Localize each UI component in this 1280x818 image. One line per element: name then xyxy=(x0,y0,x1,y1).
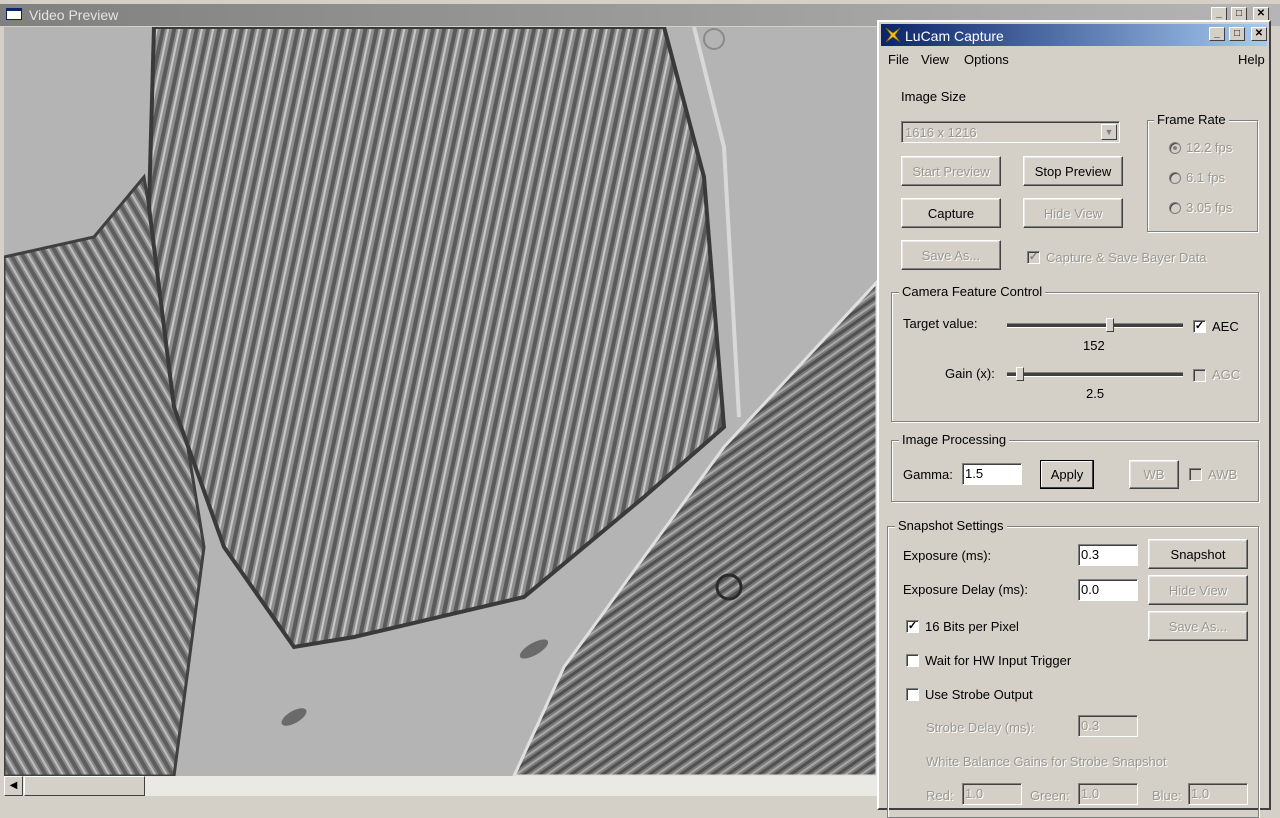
strobe-checkbox[interactable] xyxy=(906,688,919,701)
snapshot-hide-view-button[interactable]: Hide View xyxy=(1148,575,1248,605)
capture-button[interactable]: Capture xyxy=(901,198,1001,228)
gain-slider-thumb[interactable] xyxy=(1016,367,1024,381)
image-processing-group: Image Processing Gamma: 1.5 Apply WB AWB xyxy=(891,432,1259,502)
frame-rate-radio-1[interactable] xyxy=(1169,172,1181,184)
frame-rate-title: Frame Rate xyxy=(1154,112,1229,127)
gain-label: Gain (x): xyxy=(945,366,995,381)
scroll-left-arrow-icon[interactable]: ◀ xyxy=(4,776,23,796)
frame-rate-option-2: 3.05 fps xyxy=(1186,200,1233,215)
aec-label: AEC xyxy=(1212,319,1239,334)
video-preview-title: Video Preview xyxy=(29,7,119,23)
menu-help[interactable]: Help xyxy=(1238,52,1265,67)
blue-gain-label: Blue: xyxy=(1152,788,1182,803)
menu-options[interactable]: Options xyxy=(964,52,1009,67)
red-gain-label: Red: xyxy=(926,788,954,803)
horizontal-scrollbar[interactable]: ◀ xyxy=(4,776,877,796)
maximize-button[interactable]: □ xyxy=(1229,27,1245,41)
hide-view-button[interactable]: Hide View xyxy=(1023,198,1123,228)
minimize-button[interactable]: _ xyxy=(1209,27,1225,41)
lucam-logo-icon xyxy=(885,27,901,43)
awb-label: AWB xyxy=(1208,467,1238,482)
strobe-delay-label: Strobe Delay (ms): xyxy=(926,720,1035,735)
snapshot-settings-title: Snapshot Settings xyxy=(895,518,1007,533)
capture-bayer-label: Capture & Save Bayer Data xyxy=(1046,250,1207,265)
frame-rate-radio-0[interactable] xyxy=(1169,142,1181,154)
lucam-capture-window: LuCam Capture _ □ ✕ File View Options He… xyxy=(877,20,1271,818)
camera-feature-group: Camera Feature Control Target value: 152… xyxy=(891,284,1259,422)
gain-readout: 2.5 xyxy=(1086,386,1105,401)
chevron-down-icon[interactable]: ▼ xyxy=(1101,124,1117,140)
exposure-label: Exposure (ms): xyxy=(903,548,992,563)
snapshot-button[interactable]: Snapshot xyxy=(1148,539,1248,569)
frame-rate-radio-2[interactable] xyxy=(1169,202,1181,214)
strobe-label: Use Strobe Output xyxy=(925,687,1033,702)
image-size-label: Image Size xyxy=(901,89,967,104)
frame-rate-option-1: 6.1 fps xyxy=(1186,170,1226,185)
image-size-select[interactable]: 1616 x 1216 ▼ xyxy=(901,121,1120,143)
hw-trigger-checkbox[interactable] xyxy=(906,654,919,667)
menu-view[interactable]: View xyxy=(921,52,949,67)
lucam-titlebar[interactable]: LuCam Capture _ □ ✕ xyxy=(881,24,1267,46)
target-value-slider-thumb[interactable] xyxy=(1106,318,1114,332)
red-gain-input[interactable]: 1.0 xyxy=(962,783,1022,805)
frame-rate-group: Frame Rate 12.2 fps 6.1 fps 3.05 fps xyxy=(1147,112,1258,232)
maximize-button[interactable]: □ xyxy=(1231,7,1247,21)
microscope-preview-image[interactable] xyxy=(4,27,877,776)
wb-gains-label: White Balance Gains for Strobe Snapshot xyxy=(926,754,1167,769)
green-gain-label: Green: xyxy=(1030,788,1070,803)
microscope-image-svg xyxy=(4,27,877,776)
image-processing-title: Image Processing xyxy=(899,432,1010,447)
snapshot-settings-group: Snapshot Settings Exposure (ms): 0.3 Sna… xyxy=(887,518,1259,818)
16-bits-checkbox[interactable]: ✓ xyxy=(906,620,919,633)
snapshot-save-as-button[interactable]: Save As... xyxy=(1148,611,1248,641)
gamma-label: Gamma: xyxy=(903,467,953,482)
awb-checkbox[interactable] xyxy=(1189,468,1202,481)
menu-file[interactable]: File xyxy=(888,52,909,67)
strobe-delay-input[interactable]: 0.3 xyxy=(1078,715,1138,737)
save-as-button[interactable]: Save As... xyxy=(901,240,1001,270)
green-gain-input[interactable]: 1.0 xyxy=(1078,783,1138,805)
scrollbar-thumb[interactable] xyxy=(24,776,145,796)
16-bits-label: 16 Bits per Pixel xyxy=(925,619,1019,634)
window-icon xyxy=(6,8,22,20)
blue-gain-input[interactable]: 1.0 xyxy=(1188,783,1248,805)
exposure-input[interactable]: 0.3 xyxy=(1078,544,1138,566)
hw-trigger-label: Wait for HW Input Trigger xyxy=(925,653,1072,668)
start-preview-button[interactable]: Start Preview xyxy=(901,156,1001,186)
target-value-readout: 152 xyxy=(1083,338,1105,353)
minimize-button[interactable]: _ xyxy=(1211,7,1227,21)
target-value-slider-track[interactable] xyxy=(1007,323,1183,328)
image-size-value: 1616 x 1216 xyxy=(905,125,977,140)
gamma-input[interactable]: 1.5 xyxy=(962,463,1022,485)
wb-button[interactable]: WB xyxy=(1129,460,1179,489)
agc-label: AGC xyxy=(1212,367,1241,382)
stop-preview-button[interactable]: Stop Preview xyxy=(1023,156,1123,186)
target-value-label: Target value: xyxy=(903,316,978,331)
camera-feature-title: Camera Feature Control xyxy=(899,284,1046,299)
exposure-delay-input[interactable]: 0.0 xyxy=(1078,579,1138,601)
close-button[interactable]: ✕ xyxy=(1253,7,1269,21)
gain-slider-track[interactable] xyxy=(1007,372,1183,377)
capture-bayer-checkbox[interactable]: ✓ xyxy=(1027,251,1040,264)
close-button[interactable]: ✕ xyxy=(1251,27,1267,41)
frame-rate-option-0: 12.2 fps xyxy=(1186,140,1233,155)
aec-checkbox[interactable]: ✓ xyxy=(1193,320,1206,333)
lucam-title: LuCam Capture xyxy=(905,28,1004,44)
agc-checkbox[interactable] xyxy=(1193,369,1206,382)
exposure-delay-label: Exposure Delay (ms): xyxy=(903,582,1028,597)
apply-button[interactable]: Apply xyxy=(1040,460,1094,489)
